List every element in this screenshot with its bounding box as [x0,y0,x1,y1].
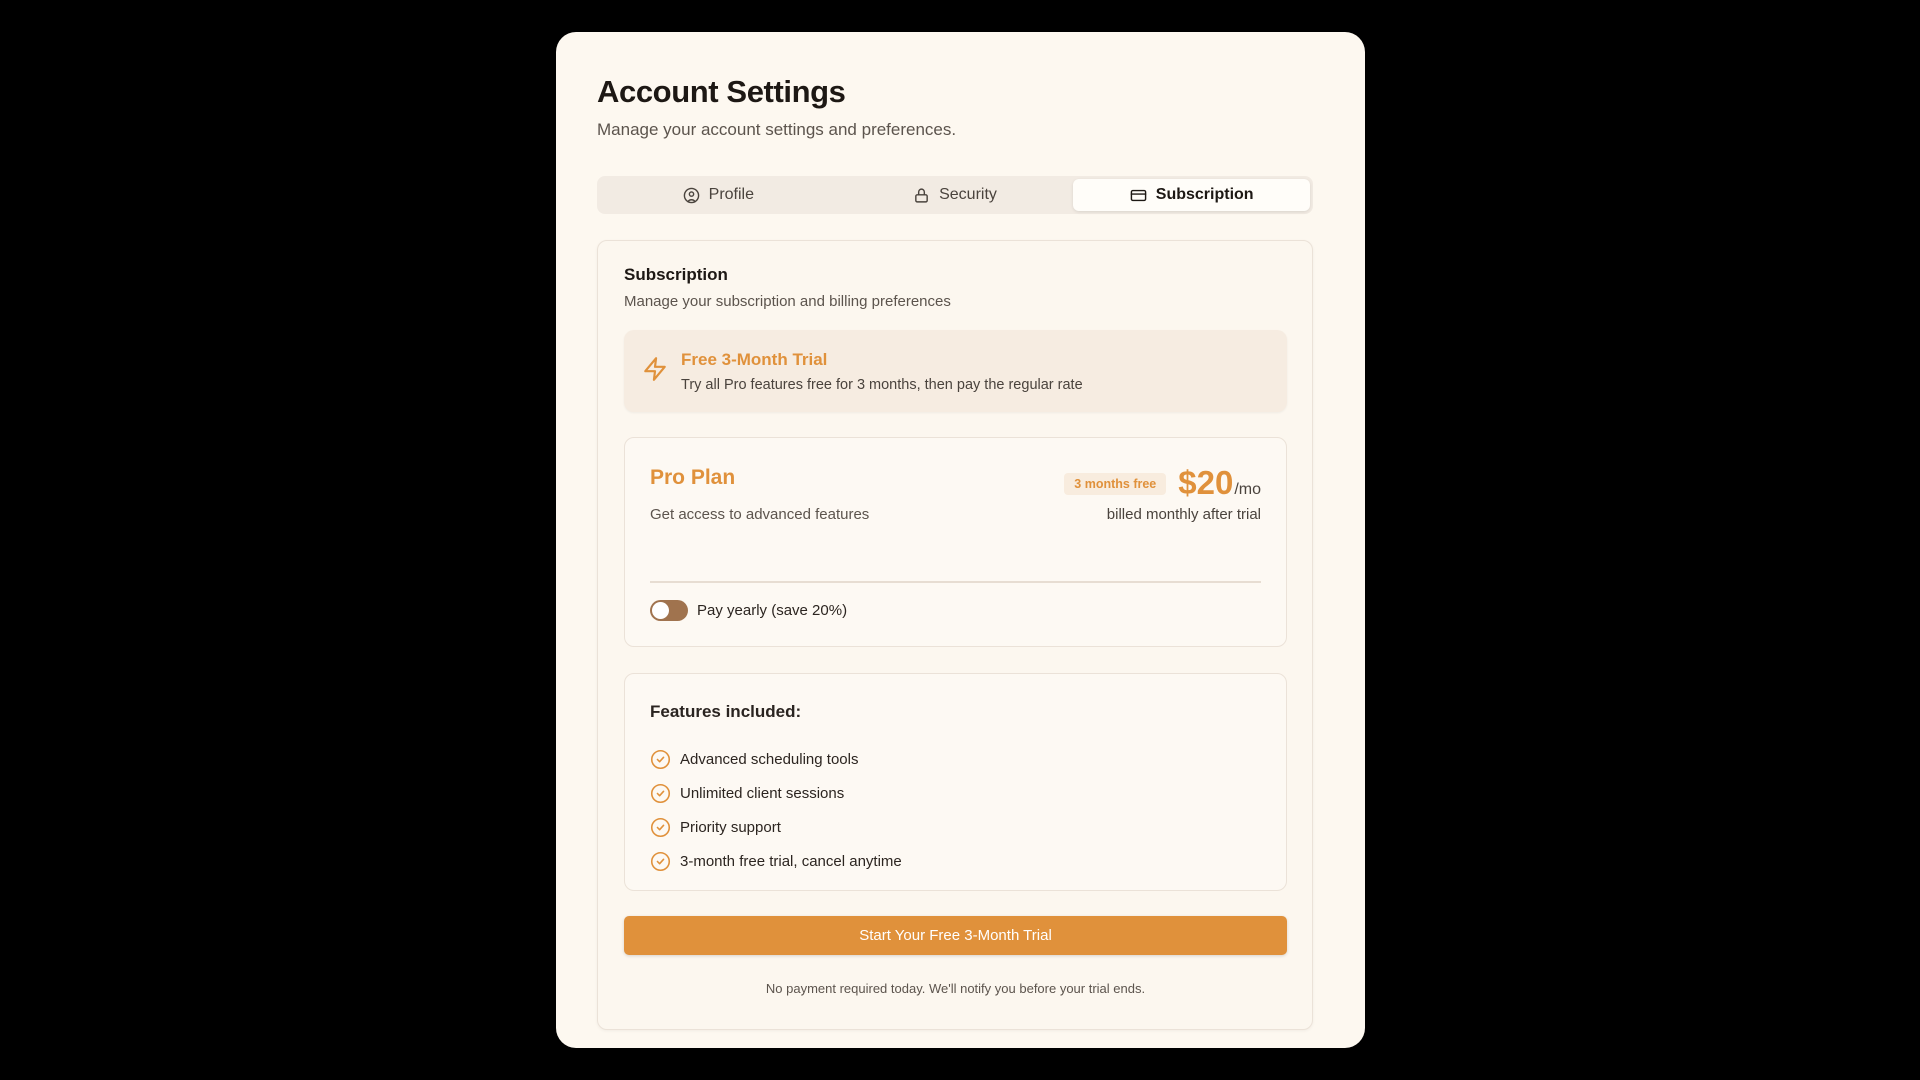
trial-title: Free 3-Month Trial [681,349,828,369]
subscription-subtitle: Manage your subscription and billing pre… [624,293,951,310]
tab-profile[interactable]: Profile [600,179,837,211]
feature-item: 3-month free trial, cancel anytime [650,844,1261,878]
feature-label: 3-month free trial, cancel anytime [680,852,902,870]
pay-yearly-label: Pay yearly (save 20%) [697,602,848,619]
feature-item: Unlimited client sessions [650,776,1261,810]
feature-label: Priority support [680,818,781,836]
feature-item: Priority support [650,810,1261,844]
plan-price: $20 [1178,464,1234,501]
features-card: Features included: Advanced scheduling t… [624,673,1287,891]
user-circle-icon [683,187,699,203]
subscription-panel: Subscription Manage your subscription an… [597,240,1313,1030]
tab-profile-label: Profile [708,186,755,203]
lock-icon [915,187,928,203]
credit-card-icon [1130,189,1147,201]
lightning-icon [642,356,668,387]
toggle-knob [652,602,669,619]
check-circle-icon [650,851,671,871]
trial-description: Try all Pro features free for 3 months, … [681,376,1083,393]
page-subtitle: Manage your account settings and prefere… [597,120,957,139]
feature-item: Advanced scheduling tools [650,742,1261,776]
tab-subscription-label: Subscription [1155,186,1254,203]
settings-card: Account Settings Manage your account set… [556,32,1365,1048]
trial-banner: Free 3-Month Trial Try all Pro features … [624,330,1287,412]
check-circle-icon [650,817,671,837]
subscription-title: Subscription [624,265,728,284]
price-period: /mo [1234,481,1261,498]
check-circle-icon [650,783,671,803]
plan-card: Pro Plan Get access to advanced features… [624,437,1287,647]
tab-security-label: Security [939,186,997,203]
plan-divider [650,581,1261,583]
tab-subscription[interactable]: Subscription [1073,179,1311,211]
start-trial-button[interactable]: Start Your Free 3-Month Trial [624,916,1287,955]
features-title: Features included: [650,702,802,721]
trial-footnote: No payment required today. We'll notify … [765,981,1146,996]
page-title: Account Settings [597,74,846,109]
feature-label: Advanced scheduling tools [680,750,859,768]
tab-security[interactable]: Security [837,179,1074,211]
feature-label: Unlimited client sessions [680,784,845,802]
free-months-badge: 3 months free [1064,473,1167,495]
billing-note: billed monthly after trial [1106,506,1261,523]
check-circle-icon [650,749,671,769]
feature-list: Advanced scheduling tools Unlimited clie… [650,742,1261,878]
pay-yearly-toggle[interactable] [650,600,688,621]
settings-tabs: Profile Security Subscription [597,176,1313,214]
